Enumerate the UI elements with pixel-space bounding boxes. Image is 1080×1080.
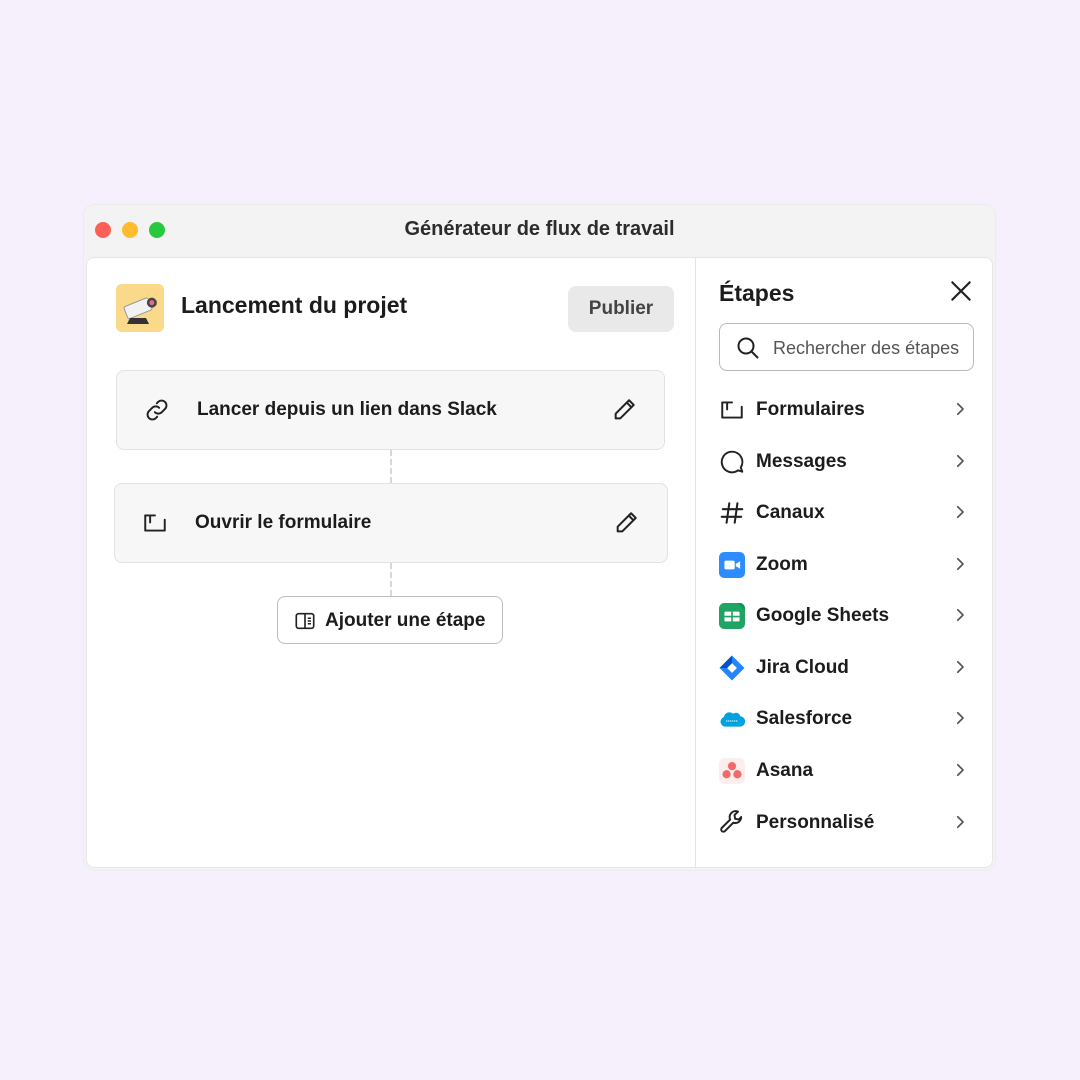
sidebar-item-label: Google Sheets [756, 605, 890, 626]
chevron-right-icon [956, 711, 964, 725]
step-connector [390, 450, 392, 483]
sidebar-item-label: Formulaires [756, 399, 865, 420]
step-label: Lancer depuis un lien dans Slack [197, 399, 497, 420]
sidebar-item-asana[interactable]: Asana [696, 749, 992, 795]
zoom-logo-icon [719, 552, 745, 578]
asana-logo-icon [719, 758, 745, 784]
add-step-label: Ajouter une étape [325, 610, 486, 631]
sidebar-title: Étapes [719, 280, 795, 306]
workflow-step-form[interactable]: Ouvrir le formulaire [114, 483, 668, 563]
sidebar-item-label: Asana [756, 760, 814, 781]
chevron-right-icon [956, 454, 964, 468]
workflow-canvas: Lancement du projet Publier Lancer depui… [87, 258, 695, 867]
add-step-button[interactable]: Ajouter une étape [277, 596, 503, 644]
window-titlebar: Générateur de flux de travail [84, 205, 995, 257]
salesforce-cloud-icon [720, 712, 745, 727]
search-steps-input[interactable]: Rechercher des étapes [719, 323, 974, 371]
sidebar-item-messages[interactable]: Messages [696, 440, 992, 486]
pencil-icon[interactable] [611, 395, 639, 423]
chevron-right-icon [956, 557, 964, 571]
sidebar-item-label: Jira Cloud [756, 657, 849, 678]
chevron-right-icon [956, 660, 964, 674]
add-step-icon [295, 612, 315, 630]
sidebar-item-formulaires[interactable]: Formulaires [696, 388, 992, 434]
chevron-right-icon [956, 815, 964, 829]
step-connector [390, 563, 392, 596]
link-icon [146, 399, 168, 421]
search-icon [737, 337, 759, 359]
chevron-right-icon [956, 763, 964, 777]
close-icon[interactable] [948, 278, 974, 304]
sidebar-item-google-sheets[interactable]: Google Sheets [696, 594, 992, 640]
jira-logo-icon [719, 655, 745, 681]
workflow-title: Lancement du projet [181, 292, 408, 318]
form-icon [144, 514, 166, 532]
sidebar-item-zoom[interactable]: Zoom [696, 543, 992, 589]
window-content: Lancement du projet Publier Lancer depui… [86, 257, 993, 868]
sidebar-item-label: Salesforce [756, 708, 853, 729]
step-label: Ouvrir le formulaire [195, 512, 372, 533]
hash-icon [720, 502, 744, 524]
google-sheets-icon [719, 603, 745, 629]
sidebar-item-salesforce[interactable]: Salesforce [696, 697, 992, 743]
message-bubble-icon [720, 450, 744, 474]
publish-button[interactable]: Publier [568, 286, 674, 332]
workflow-builder-window: Générateur de flux de travail Lancement … [84, 205, 995, 870]
window-title: Générateur de flux de travail [404, 218, 675, 240]
chevron-right-icon [956, 402, 964, 416]
form-icon [721, 401, 743, 419]
chevron-right-icon [956, 608, 964, 622]
workflow-step-trigger[interactable]: Lancer depuis un lien dans Slack [116, 370, 665, 450]
sidebar-item-label: Messages [756, 451, 847, 472]
search-placeholder: Rechercher des étapes [773, 338, 960, 358]
sidebar-item-label: Zoom [756, 554, 808, 575]
sidebar-item-personnalise[interactable]: Personnalisé [696, 801, 992, 847]
sidebar-item-label: Personnalisé [756, 812, 875, 833]
workflow-icon [116, 284, 164, 332]
wrench-icon [720, 810, 743, 833]
chevron-right-icon [956, 505, 964, 519]
pencil-icon[interactable] [613, 508, 641, 536]
sidebar-item-canaux[interactable]: Canaux [696, 491, 992, 537]
sidebar-item-label: Canaux [756, 502, 825, 523]
steps-sidebar: Étapes Rechercher des étapes Formulaires [695, 258, 992, 867]
sidebar-item-jira-cloud[interactable]: Jira Cloud [696, 646, 992, 692]
